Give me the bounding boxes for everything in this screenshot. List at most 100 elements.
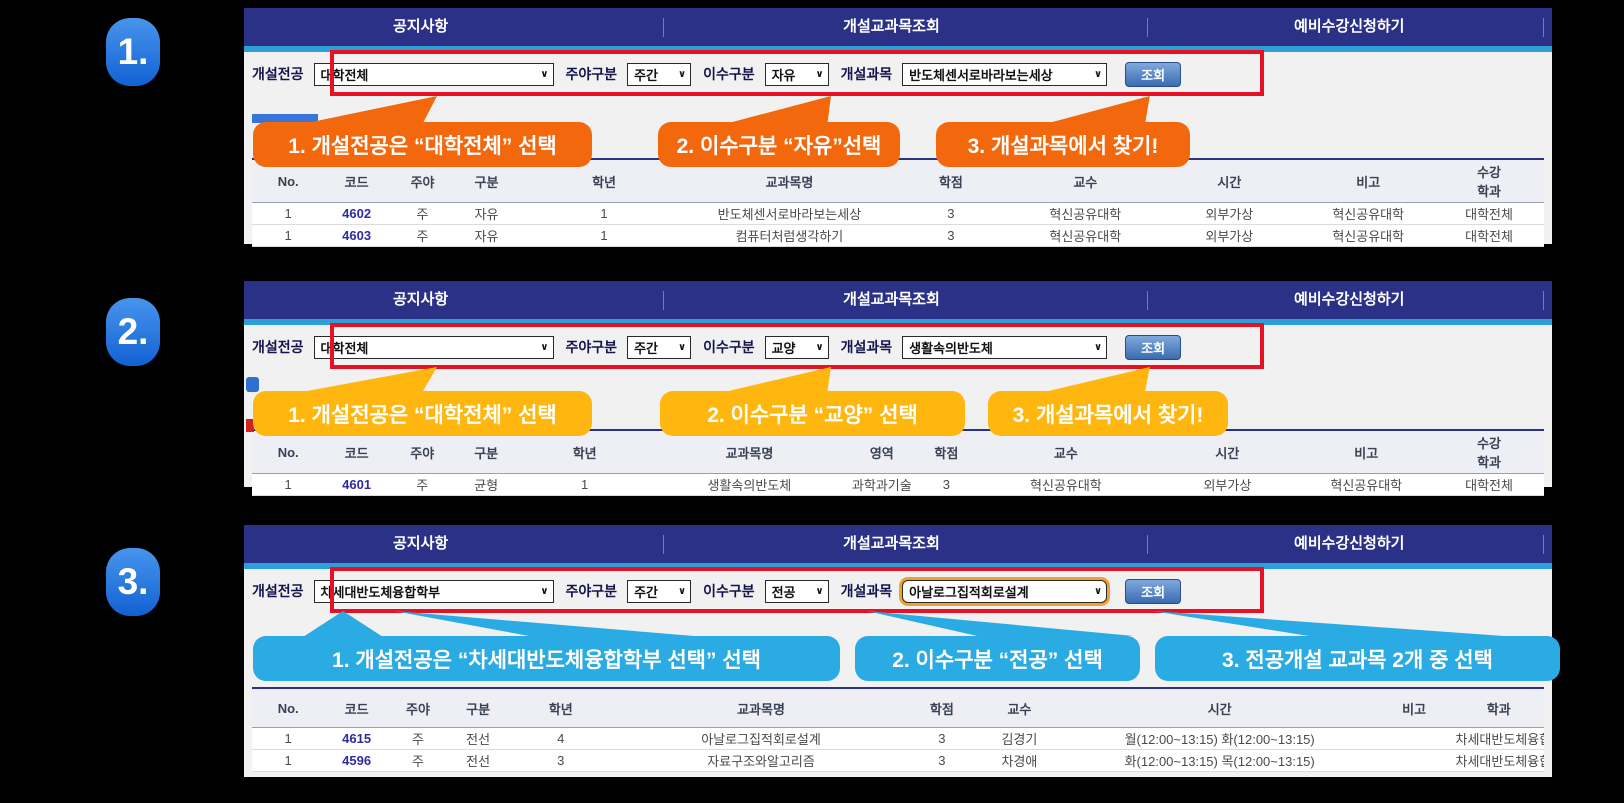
chevron-down-icon: ∨ bbox=[678, 342, 686, 353]
category-select[interactable]: 전공 ∨ bbox=[765, 580, 829, 603]
chevron-down-icon: ∨ bbox=[678, 69, 686, 80]
major-select-value: 대학전체 bbox=[321, 65, 369, 84]
category-select[interactable]: 자유 ∨ bbox=[765, 63, 829, 86]
chevron-down-icon: ∨ bbox=[678, 586, 686, 597]
major-select[interactable]: 차세대반도체융합학부 ∨ bbox=[314, 580, 554, 603]
callout-arrow bbox=[304, 367, 444, 391]
tab-pre-registration[interactable]: 예비수강신청하기 bbox=[1294, 525, 1404, 563]
course-code-link[interactable]: 4596 bbox=[324, 750, 389, 772]
callout-arrow bbox=[864, 611, 1134, 636]
table-row: 1 4601 주 균형 1 생활속의반도체 과학과기술 3 혁신공유대학 외부가… bbox=[252, 474, 1544, 496]
col-course-name: 교과목명 bbox=[652, 430, 846, 474]
daynight-label: 주야구분 bbox=[566, 337, 618, 357]
col-year: 학년 bbox=[517, 430, 653, 474]
chevron-down-icon: ∨ bbox=[815, 342, 823, 353]
col-department: 수강 학과 bbox=[1434, 430, 1544, 474]
course-label: 개설과목 bbox=[841, 337, 893, 357]
tab-pre-registration[interactable]: 예비수강신청하기 bbox=[1294, 281, 1404, 319]
col-area: 영역 bbox=[846, 430, 917, 474]
col-no: No. bbox=[252, 688, 324, 728]
filter-row: 개설전공 대학전체 ∨ 주야구분 주간 ∨ 이수구분 교양 ∨ 개설과목 생활속… bbox=[252, 334, 1181, 360]
col-department: 학과 bbox=[1454, 688, 1545, 728]
chevron-down-icon: ∨ bbox=[540, 586, 548, 597]
obscured-ui-fragment bbox=[246, 377, 259, 392]
tab-notices[interactable]: 공지사항 bbox=[393, 8, 448, 46]
course-select-value: 아날로그집적회로설계 bbox=[909, 582, 1029, 601]
chevron-down-icon: ∨ bbox=[1094, 586, 1102, 597]
search-button[interactable]: 조회 bbox=[1125, 62, 1181, 87]
tab-notices[interactable]: 공지사항 bbox=[393, 281, 448, 319]
course-results-table: No. 코드 주야 구분 학년 교과목명 학점 교수 시간 비고 학과 1 46… bbox=[252, 687, 1544, 772]
chevron-down-icon: ∨ bbox=[815, 586, 823, 597]
col-category: 구분 bbox=[455, 430, 516, 474]
callout-arrow bbox=[299, 611, 409, 636]
step-badge-3: 3. bbox=[106, 548, 160, 616]
category-label: 이수구분 bbox=[703, 581, 755, 601]
daynight-select[interactable]: 주간 ∨ bbox=[627, 580, 691, 603]
callout-step1: 1. 개설전공은 “대학전체” 선택 bbox=[253, 391, 592, 436]
filter-row: 개설전공 차세대반도체융합학부 ∨ 주야구분 주간 ∨ 이수구분 전공 ∨ 개설… bbox=[252, 578, 1181, 604]
tutorial-canvas: 1. 2. 3. 공지사항 개설교과목조회 예비수강신청하기 개설전공 대학전체… bbox=[0, 0, 1624, 803]
col-time: 시간 bbox=[1065, 688, 1375, 728]
callout-step2: 2. 이수구분 “교양” 선택 bbox=[660, 391, 965, 436]
daynight-select[interactable]: 주간 ∨ bbox=[627, 63, 691, 86]
major-select[interactable]: 대학전체 ∨ bbox=[314, 336, 554, 359]
major-select-value: 대학전체 bbox=[321, 338, 369, 357]
daynight-label: 주야구분 bbox=[566, 581, 618, 601]
daynight-select[interactable]: 주간 ∨ bbox=[627, 336, 691, 359]
daynight-select-value: 주간 bbox=[634, 65, 658, 84]
course-code-link[interactable]: 4602 bbox=[324, 203, 389, 225]
tab-notices[interactable]: 공지사항 bbox=[393, 525, 448, 563]
col-course-name: 교과목명 bbox=[612, 688, 909, 728]
category-label: 이수구분 bbox=[703, 337, 755, 357]
course-code-link[interactable]: 4603 bbox=[324, 225, 389, 247]
table-row: 1 4602 주 자유 1 반도체센서로바라보는세상 3 혁신공유대학 외부가상… bbox=[252, 203, 1544, 225]
col-daynight: 주야 bbox=[389, 688, 447, 728]
chevron-down-icon: ∨ bbox=[815, 69, 823, 80]
tab-course-search[interactable]: 개설교과목조회 bbox=[843, 281, 940, 319]
chevron-down-icon: ∨ bbox=[540, 342, 548, 353]
category-select-value: 전공 bbox=[772, 582, 796, 601]
callout-arrow bbox=[1149, 611, 1504, 636]
course-select[interactable]: 생활속의반도체 ∨ bbox=[902, 336, 1107, 359]
major-label: 개설전공 bbox=[252, 581, 304, 601]
col-department: 수강 학과 bbox=[1434, 159, 1544, 203]
col-time: 시간 bbox=[1156, 430, 1298, 474]
course-select[interactable]: 아날로그집적회로설계 ∨ bbox=[902, 580, 1107, 603]
tab-separator bbox=[1543, 18, 1544, 37]
course-select[interactable]: 반도체센서로바라보는세상 ∨ bbox=[902, 63, 1107, 86]
tab-course-search[interactable]: 개설교과목조회 bbox=[843, 8, 940, 46]
col-code: 코드 bbox=[324, 430, 389, 474]
daynight-label: 주야구분 bbox=[566, 64, 618, 84]
tab-separator bbox=[663, 291, 664, 310]
callout-step3: 3. 전공개설 교과목 2개 중 선택 bbox=[1155, 636, 1560, 681]
tab-course-search[interactable]: 개설교과목조회 bbox=[843, 525, 940, 563]
col-note: 비고 bbox=[1302, 159, 1434, 203]
callout-step1: 1. 개설전공은 “차세대반도체융합학부 선택” 선택 bbox=[253, 636, 840, 681]
category-select[interactable]: 교양 ∨ bbox=[765, 336, 829, 359]
major-select[interactable]: 대학전체 ∨ bbox=[314, 63, 554, 86]
major-label: 개설전공 bbox=[252, 337, 304, 357]
table-header-row: No. 코드 주야 구분 학년 교과목명 학점 교수 시간 비고 학과 bbox=[252, 688, 1544, 728]
search-button[interactable]: 조회 bbox=[1125, 335, 1181, 360]
course-label: 개설과목 bbox=[841, 581, 893, 601]
chevron-down-icon: ∨ bbox=[1094, 342, 1102, 353]
course-code-link[interactable]: 4615 bbox=[324, 728, 389, 750]
course-search-panel-1: 공지사항 개설교과목조회 예비수강신청하기 개설전공 대학전체 ∨ 주야구분 주… bbox=[244, 8, 1552, 244]
category-label: 이수구분 bbox=[703, 64, 755, 84]
callout-step3: 3. 개설과목에서 찾기! bbox=[936, 122, 1190, 167]
course-results-table: No. 코드 주야 구분 학년 교과목명 영역 학점 교수 시간 비고 수강 학… bbox=[252, 429, 1544, 496]
tab-separator bbox=[1147, 291, 1148, 310]
col-credits: 학점 bbox=[910, 688, 975, 728]
course-code-link[interactable]: 4601 bbox=[324, 474, 389, 496]
table-row: 1 4615 주 전선 4 아날로그집적회로설계 3 김경기 월(12:00~1… bbox=[252, 728, 1544, 750]
filter-row: 개설전공 대학전체 ∨ 주야구분 주간 ∨ 이수구분 자유 ∨ 개설과목 반도체… bbox=[252, 61, 1181, 87]
table-header-row: No. 코드 주야 구분 학년 교과목명 영역 학점 교수 시간 비고 수강 학… bbox=[252, 430, 1544, 474]
major-select-value: 차세대반도체융합학부 bbox=[321, 582, 441, 601]
course-select-value: 생활속의반도체 bbox=[909, 338, 993, 357]
tab-pre-registration[interactable]: 예비수강신청하기 bbox=[1294, 8, 1404, 46]
step-badge-1: 1. bbox=[106, 18, 160, 86]
callout-arrow bbox=[724, 367, 839, 391]
tab-separator bbox=[1147, 18, 1148, 37]
search-button[interactable]: 조회 bbox=[1125, 579, 1181, 604]
